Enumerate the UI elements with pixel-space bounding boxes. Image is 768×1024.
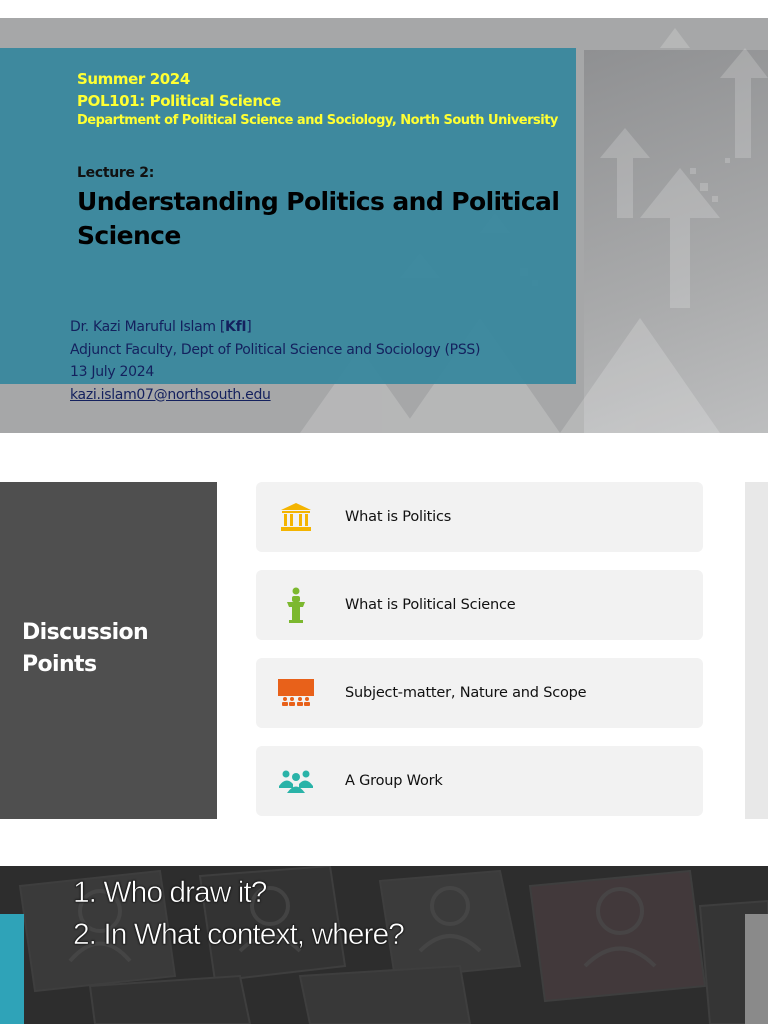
author-name: Dr. Kazi Maruful Islam [KfI] — [70, 316, 480, 339]
discussion-item-political-science[interactable]: What is Political Science — [256, 570, 703, 640]
department-label: Department of Political Science and Soci… — [77, 113, 558, 128]
next-slide-edge — [745, 482, 768, 819]
next-slide-edge — [745, 914, 768, 1024]
slide-1-title[interactable]: Summer 2024 POL101: Political Science De… — [0, 18, 768, 433]
group-people-icon — [276, 763, 316, 799]
discussion-item-politics[interactable]: What is Politics — [256, 482, 703, 552]
discussion-item-label: What is Political Science — [345, 597, 516, 613]
lecture-title: Understanding Politics and Political Sci… — [77, 187, 560, 250]
author-email-link[interactable]: kazi.islam07@northsouth.edu — [70, 387, 271, 403]
discussion-item-label: A Group Work — [345, 773, 443, 789]
discussion-item-group-work[interactable]: A Group Work — [256, 746, 703, 816]
discussion-item-label: What is Politics — [345, 509, 452, 525]
government-building-icon — [276, 499, 316, 535]
author-name-suffix: ] — [246, 319, 252, 335]
lecture-label: Lecture 2: — [77, 165, 154, 181]
author-name-text: Dr. Kazi Maruful Islam [ — [70, 319, 226, 335]
slide-3-accent-bar — [0, 914, 24, 1024]
author-block: Dr. Kazi Maruful Islam [KfI] Adjunct Fac… — [70, 316, 480, 406]
lecture-date: 13 July 2024 — [70, 364, 154, 380]
lectern-speaker-icon — [276, 587, 316, 623]
course-label: POL101: Political Science — [77, 92, 281, 110]
term-label: Summer 2024 — [77, 70, 190, 88]
presentation-audience-icon — [276, 675, 316, 711]
slide-viewer[interactable]: Summer 2024 POL101: Political Science De… — [0, 0, 768, 1024]
author-position: Adjunct Faculty, Dept of Political Scien… — [70, 341, 481, 358]
discussion-item-label: Subject-matter, Nature and Scope — [345, 685, 587, 701]
discussion-item-scope[interactable]: Subject-matter, Nature and Scope — [256, 658, 703, 728]
slide-2-discussion-points[interactable]: Discussion Points What is Politics What … — [0, 482, 768, 819]
question-2: 2. In What context, where? — [73, 918, 405, 952]
question-1: 1. Who draw it? — [73, 876, 268, 910]
discussion-heading: Discussion Points — [22, 620, 149, 677]
author-initials: KfI — [225, 319, 247, 335]
discussion-heading-panel: Discussion Points — [0, 482, 217, 819]
